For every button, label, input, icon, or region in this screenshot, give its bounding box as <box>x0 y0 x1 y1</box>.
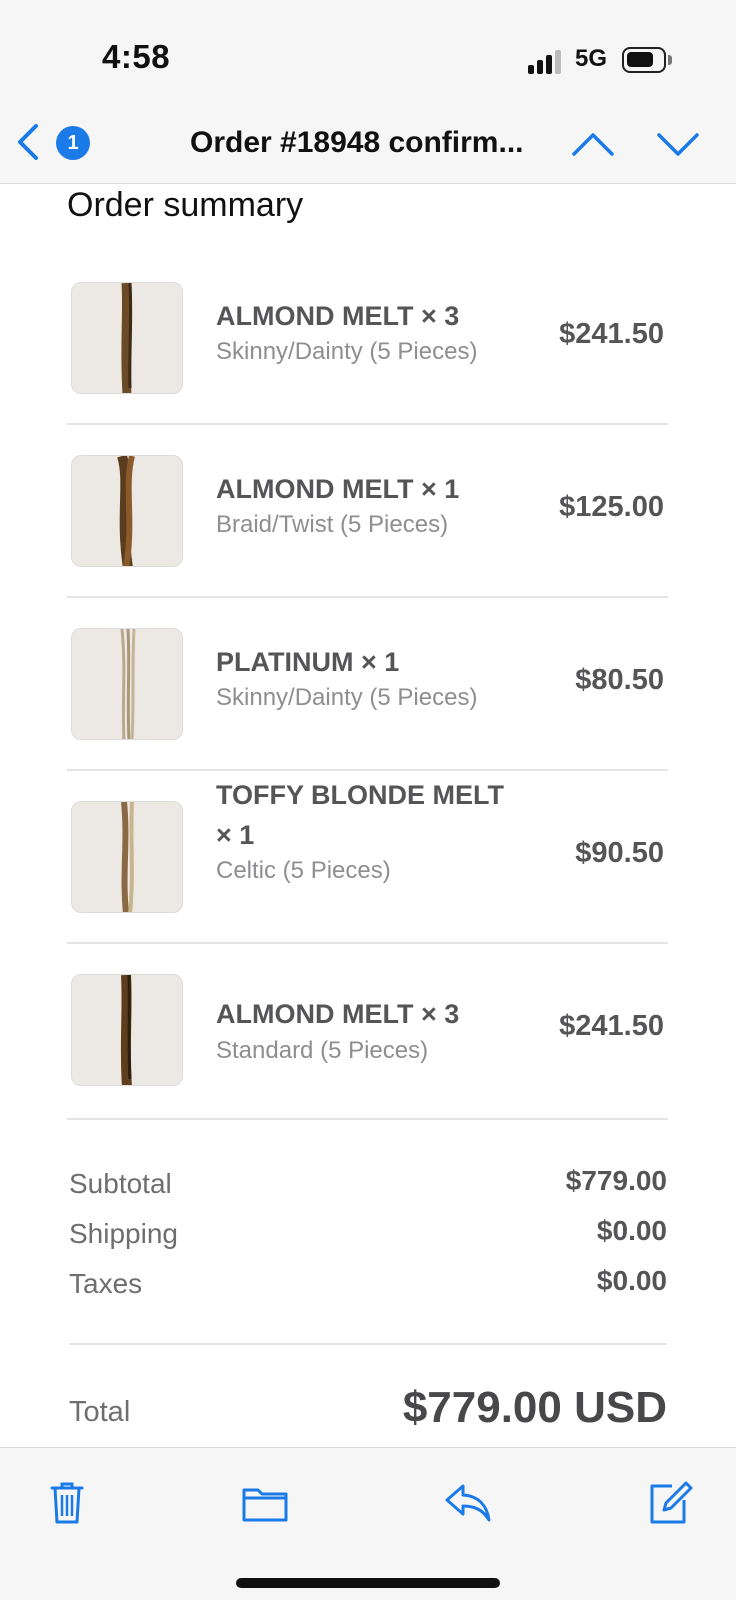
shipping-label: Shipping <box>69 1218 178 1249</box>
product-thumbnail <box>71 282 183 394</box>
item-name: ALMOND MELT × 1 <box>216 474 460 504</box>
move-to-folder-button[interactable] <box>240 1478 290 1528</box>
shipping-row: Shipping $0.00 <box>69 1215 667 1262</box>
item-price: $241.50 <box>559 318 664 350</box>
trash-icon <box>50 1482 84 1524</box>
product-thumbnail <box>71 801 183 913</box>
taxes-label: Taxes <box>69 1268 143 1299</box>
back-button[interactable] <box>12 122 44 162</box>
reply-icon <box>445 1484 491 1522</box>
line-item: ALMOND MELT × 3 Standard (5 Pieces) $241… <box>67 942 668 1115</box>
battery-cap <box>668 55 672 65</box>
item-variant: Braid/Twist (5 Pieces) <box>216 511 449 538</box>
product-thumbnail <box>71 974 183 1086</box>
hair-strand-image <box>72 629 182 739</box>
hair-strand-image <box>72 456 182 566</box>
divider <box>67 1118 668 1120</box>
item-name: PLATINUM × 1 <box>216 647 400 677</box>
hair-strand-image <box>72 802 182 912</box>
item-variant: Celtic (5 Pieces) <box>216 857 391 884</box>
hair-strand-image <box>72 283 182 393</box>
subtotal-value: $779.00 <box>565 1165 667 1196</box>
page-title: Order #18948 confirm... <box>190 126 524 159</box>
item-name: ALMOND MELT × 3 <box>216 301 460 331</box>
product-thumbnail <box>71 628 183 740</box>
product-thumbnail <box>71 455 183 567</box>
network-label: 5G <box>575 45 608 72</box>
status-time: 4:58 <box>102 38 171 75</box>
status-bar: 4:58 5G <box>0 0 736 104</box>
line-item: PLATINUM × 1 Skinny/Dainty (5 Pieces) $8… <box>67 596 668 769</box>
chevron-down-icon <box>657 133 699 156</box>
taxes-value: $0.00 <box>596 1265 667 1296</box>
battery-icon <box>622 47 666 73</box>
item-variant: Standard (5 Pieces) <box>216 1037 429 1064</box>
line-item: ALMOND MELT × 1 Braid/Twist (5 Pieces) $… <box>67 423 668 596</box>
bottom-toolbar <box>0 1447 736 1600</box>
compose-button[interactable] <box>644 1478 694 1528</box>
total-value: $779.00 USD <box>402 1383 667 1432</box>
item-name: ALMOND MELT × 3 <box>216 999 460 1029</box>
chevron-left-icon <box>18 124 38 160</box>
divider <box>69 1343 667 1345</box>
nav-bar: 1 Order #18948 confirm... <box>0 104 736 184</box>
item-variant: Skinny/Dainty (5 Pieces) <box>216 338 478 365</box>
subtotal-label: Subtotal <box>69 1168 172 1199</box>
folder-icon <box>242 1488 288 1522</box>
item-variant: Skinny/Dainty (5 Pieces) <box>216 684 478 711</box>
next-message-button[interactable] <box>655 124 701 164</box>
item-price: $80.50 <box>575 664 664 696</box>
chevron-up-icon <box>572 133 614 156</box>
line-item: ALMOND MELT × 3 Skinny/Dainty (5 Pieces)… <box>67 250 668 423</box>
item-name: TOFFY BLONDE MELT × 1 <box>216 780 504 850</box>
item-price: $125.00 <box>559 491 664 523</box>
signal-icon <box>528 50 564 74</box>
unread-badge: 1 <box>56 126 90 160</box>
compose-icon <box>650 1481 693 1524</box>
reply-button[interactable] <box>443 1478 493 1528</box>
item-price: $90.50 <box>575 837 664 869</box>
hair-strand-image <box>72 975 182 1085</box>
line-item: TOFFY BLONDE MELT × 1 Celtic (5 Pieces) … <box>67 769 668 942</box>
shipping-value: $0.00 <box>596 1215 667 1246</box>
subtotal-row: Subtotal $779.00 <box>69 1165 667 1212</box>
delete-button[interactable] <box>42 1478 92 1528</box>
home-indicator[interactable] <box>236 1578 500 1588</box>
previous-message-button[interactable] <box>570 124 616 164</box>
item-price: $241.50 <box>559 1010 664 1042</box>
section-title: Order summary <box>67 186 304 224</box>
taxes-row: Taxes $0.00 <box>69 1265 667 1312</box>
total-label: Total <box>69 1396 131 1428</box>
